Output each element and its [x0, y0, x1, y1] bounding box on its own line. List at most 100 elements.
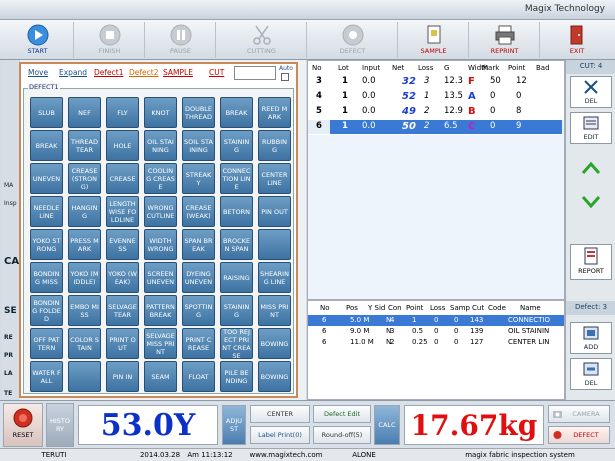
- add-defect-button[interactable]: ADD: [570, 322, 612, 354]
- defect-table-row[interactable]: 6 9.0 M N 3 0.5 0 0 139 OIL STAININ: [308, 326, 564, 337]
- defect-button[interactable]: SPAN BREAK: [182, 229, 215, 260]
- defect-button[interactable]: NEEDLE LINE: [30, 196, 63, 227]
- defect-table-row[interactable]: 6 11.0 M N 2 0.25 0 0 127 CENTER LIN: [308, 337, 564, 348]
- roll-column-header[interactable]: Net: [392, 64, 404, 72]
- roll-table-row[interactable]: 4 1 0.0 52 1 13.5 A 0 0: [308, 90, 564, 104]
- defect-button[interactable]: STAINING: [220, 295, 253, 326]
- defect-button[interactable]: DYEING UNEVEN: [182, 262, 215, 293]
- defect-button[interactable]: CONNECTION LINE: [220, 163, 253, 194]
- tab-expand[interactable]: Expand: [59, 68, 87, 77]
- round-off-button[interactable]: Round-off(5): [313, 426, 371, 444]
- report-button[interactable]: REPORT: [570, 244, 612, 280]
- cutting-button[interactable]: CUTTING: [217, 22, 307, 58]
- defect-button[interactable]: WATER FALL: [30, 361, 63, 392]
- exit-button[interactable]: EXIT: [541, 22, 613, 58]
- defect-button[interactable]: EVENNESS: [106, 229, 139, 260]
- defect-button[interactable]: REED MARK: [258, 97, 291, 128]
- start-button[interactable]: START: [2, 22, 74, 58]
- defect-button[interactable]: COLOR STAIN: [68, 328, 101, 359]
- defect-button[interactable]: SELVAGE MISS PRINT: [144, 328, 177, 359]
- defect-button[interactable]: CREASE (WEAK): [182, 196, 215, 227]
- defect-button[interactable]: STREAKY: [182, 163, 215, 194]
- del-roll-button[interactable]: DEL: [570, 76, 612, 108]
- defect-column-header[interactable]: Samp: [450, 304, 470, 312]
- defect-toolbar-button[interactable]: DEFECT: [308, 22, 398, 58]
- defect-button[interactable]: LENGTHWISE FOLDLINE: [106, 196, 139, 227]
- defect-button[interactable]: SHEARING LINE: [258, 262, 291, 293]
- defect-button[interactable]: PILE BENDING: [220, 361, 253, 392]
- defect-column-header[interactable]: Pos: [346, 304, 358, 312]
- defect-column-header[interactable]: Point: [406, 304, 423, 312]
- finish-button[interactable]: FINISH: [75, 22, 145, 58]
- roll-table-row[interactable]: 5 1 0.0 49 2 12.9 B 0 8: [308, 105, 564, 119]
- adjust-button[interactable]: ADJUST: [222, 405, 246, 445]
- defect-button[interactable]: BROCKEN SPAN: [220, 229, 253, 260]
- defect-button[interactable]: CREASE: [106, 163, 139, 194]
- defect-button[interactable]: RAISING: [220, 262, 253, 293]
- defect-button[interactable]: [68, 361, 101, 392]
- defect-button[interactable]: BOWING: [258, 361, 291, 392]
- defect-button[interactable]: PRESS MARK: [68, 229, 101, 260]
- defect-button[interactable]: BETORN: [220, 196, 253, 227]
- defect-button[interactable]: STAINING: [220, 130, 253, 161]
- reset-button[interactable]: RESET: [3, 403, 43, 447]
- history-button[interactable]: HISTORY: [46, 403, 74, 447]
- defect-button[interactable]: SLUB: [30, 97, 63, 128]
- scroll-up-button[interactable]: [570, 154, 612, 184]
- roll-column-header[interactable]: Bad: [536, 64, 550, 72]
- defect-button[interactable]: NEF: [68, 97, 101, 128]
- calc-button[interactable]: CALC: [374, 405, 400, 445]
- defect-edit-button[interactable]: Defect Edit: [313, 405, 371, 423]
- defect-bottom-button[interactable]: DEFECT: [548, 426, 610, 444]
- defect-button[interactable]: BONDING MISS: [30, 262, 63, 293]
- defect-button[interactable]: RUBBING: [258, 130, 291, 161]
- defect-button[interactable]: MISS PRINT: [258, 295, 291, 326]
- defect-button[interactable]: PIN IN: [106, 361, 139, 392]
- defect-button[interactable]: EMBO MISS: [68, 295, 101, 326]
- defect-button[interactable]: [258, 229, 291, 260]
- defect-button[interactable]: YOKO (MIDDLE): [68, 262, 101, 293]
- edit-roll-button[interactable]: EDIT: [570, 112, 612, 144]
- defect-button[interactable]: BREAK: [220, 97, 253, 128]
- defect-button[interactable]: WRONG CUTLINE: [144, 196, 177, 227]
- defect-button[interactable]: WIDTH WRONG: [144, 229, 177, 260]
- defect-button[interactable]: HANGING: [68, 196, 101, 227]
- tab-defect2[interactable]: Defect2: [129, 68, 158, 77]
- tab-sample[interactable]: SAMPLE: [163, 68, 193, 77]
- defect-column-header[interactable]: Loss: [430, 304, 445, 312]
- defect-button[interactable]: UNEVEN: [30, 163, 63, 194]
- defect-column-header[interactable]: Y Sid: [368, 304, 385, 312]
- roll-column-header[interactable]: Input: [362, 64, 380, 72]
- defect-button[interactable]: SELVAGE TEAR: [106, 295, 139, 326]
- defect-button[interactable]: FLOAT: [182, 361, 215, 392]
- roll-table-row[interactable]: 3 1 0.0 32 3 12.3 F 50 12: [308, 75, 564, 89]
- defect-button[interactable]: YOKO STRONG: [30, 229, 63, 260]
- defect-button[interactable]: PIN OUT: [258, 196, 291, 227]
- cut-value-input[interactable]: [234, 66, 276, 80]
- defect-column-header[interactable]: Code: [488, 304, 506, 312]
- defect-column-header[interactable]: Cut: [472, 304, 484, 312]
- camera-button[interactable]: CAMERA: [548, 405, 610, 423]
- roll-column-header[interactable]: Mark: [482, 64, 499, 72]
- defect-button[interactable]: PRINT OUT: [106, 328, 139, 359]
- defect-button[interactable]: PATTERN BREAK: [144, 295, 177, 326]
- defect-button[interactable]: SOIL STAINING: [182, 130, 215, 161]
- defect-button[interactable]: SEAM: [144, 361, 177, 392]
- defect-column-header[interactable]: No: [320, 304, 330, 312]
- roll-column-header[interactable]: No: [312, 64, 322, 72]
- defect-button[interactable]: HOLE: [106, 130, 139, 161]
- center-button[interactable]: CENTER: [250, 405, 310, 423]
- roll-column-header[interactable]: G: [444, 64, 449, 72]
- auto-checkbox[interactable]: [281, 73, 289, 81]
- defect-button[interactable]: TOO REJECT PRINT CREASE: [220, 328, 253, 359]
- defect-button[interactable]: KNOT: [144, 97, 177, 128]
- defect-button[interactable]: BOWING: [258, 328, 291, 359]
- roll-column-header[interactable]: Lot: [338, 64, 349, 72]
- defect-button[interactable]: SPOTTING: [182, 295, 215, 326]
- defect-column-header[interactable]: Con: [388, 304, 402, 312]
- tab-cut[interactable]: CUT: [209, 68, 224, 77]
- defect-button[interactable]: PRINT CREASE: [182, 328, 215, 359]
- defect-column-header[interactable]: Name: [520, 304, 541, 312]
- defect-button[interactable]: DOUBLE THREAD: [182, 97, 215, 128]
- defect-button[interactable]: SCREEN UNEVEN: [144, 262, 177, 293]
